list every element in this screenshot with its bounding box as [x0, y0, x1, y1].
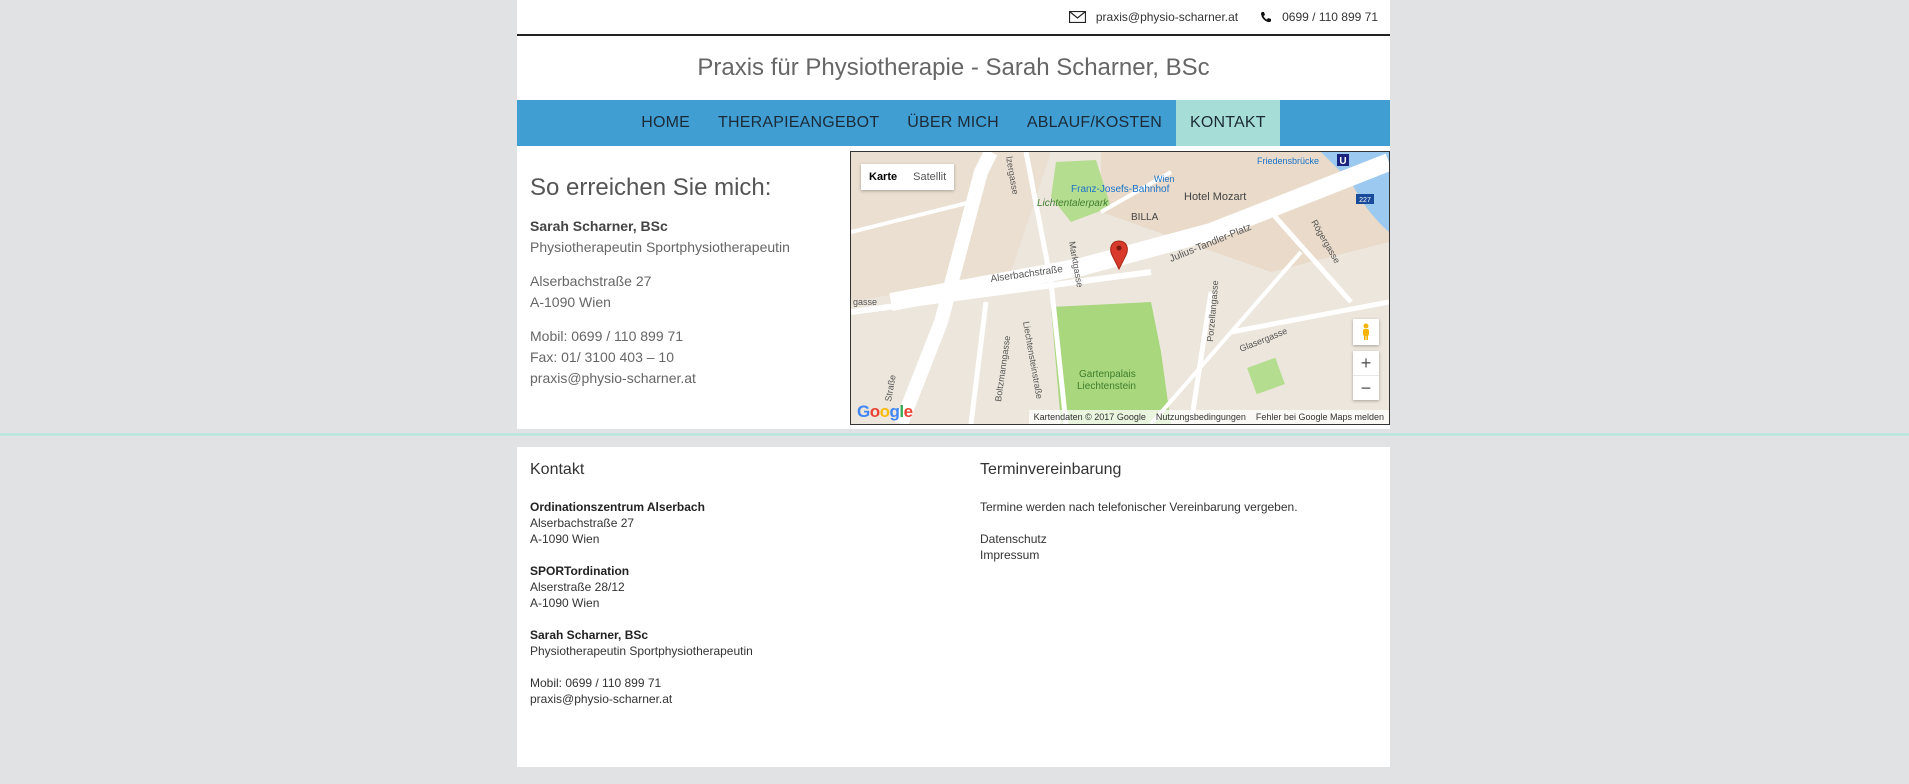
topbar-email-text[interactable]: praxis@physio-scharner.at [1096, 10, 1238, 24]
topbar-phone-text[interactable]: 0699 / 110 899 71 [1282, 10, 1378, 24]
reach-mobile: Mobil: 0699 / 110 899 71 [530, 328, 684, 344]
google-logo[interactable]: Google [857, 402, 913, 422]
site-header: Praxis für Physiotherapie - Sarah Scharn… [517, 36, 1390, 100]
map-canvas[interactable]: Alserbachstraße Julius-Tandler-Platz Lic… [851, 152, 1389, 424]
footer-email[interactable]: praxis@physio-scharner.at [530, 692, 672, 706]
reach-address: Alserbachstraße 27 A-1090 Wien [530, 271, 850, 313]
map-label-hotel-mozart: Hotel Mozart [1184, 191, 1246, 203]
footer-kontakt: Kontakt Ordinationszentrum Alserbach Als… [530, 461, 753, 723]
google-map[interactable]: Alserbachstraße Julius-Tandler-Platz Lic… [850, 151, 1390, 425]
footer-person-role: Physiotherapeutin Sportphysiotherapeutin [530, 644, 753, 658]
footer-contact: Mobil: 0699 / 110 899 71 praxis@physio-s… [530, 675, 753, 707]
map-label-wien: Wien [1154, 174, 1175, 184]
pegman-icon [1363, 323, 1369, 340]
nav-item-ueber-mich[interactable]: ÜBER MICH [893, 100, 1013, 146]
footer-impressum-link[interactable]: Impressum [980, 548, 1039, 562]
map-attribution: Kartendaten © 2017 Google [1033, 412, 1146, 422]
map-label-gasse: gasse [853, 297, 877, 307]
topbar-email[interactable]: praxis@physio-scharner.at [1068, 10, 1238, 24]
nav-item-home[interactable]: HOME [627, 100, 704, 146]
topbar-phone[interactable]: 0699 / 110 899 71 [1260, 10, 1378, 24]
map-label-friedensbruecke: Friedensbrücke [1257, 156, 1319, 166]
site-title[interactable]: Praxis für Physiotherapie - Sarah Scharn… [697, 54, 1209, 82]
nav-item-ablauf-kosten[interactable]: ABLAUF/KOSTEN [1013, 100, 1176, 146]
footer-org2: SPORTordination Alserstraße 28/12 A-1090… [530, 563, 753, 611]
reach-street: Alserbachstraße 27 [530, 273, 652, 289]
nav-item-therapieangebot[interactable]: THERAPIEANGEBOT [704, 100, 893, 146]
footer-org2-city: A-1090 Wien [530, 596, 600, 610]
footer-termin-text: Termine werden nach telefonischer Verein… [980, 500, 1298, 514]
reach-role: Physiotherapeutin Sportphysiotherapeutin [530, 239, 790, 255]
zoom-in-button[interactable]: + [1353, 351, 1379, 375]
reach-email[interactable]: praxis@physio-scharner.at [530, 370, 696, 386]
map-attribution-bar: Kartendaten © 2017 Google Nutzungsbeding… [1028, 410, 1389, 424]
footer-person-name: Sarah Scharner, BSc [530, 628, 649, 642]
footer-org1-street: Alserbachstraße 27 [530, 516, 635, 530]
footer-termin-heading: Terminvereinbarung [980, 461, 1122, 478]
phone-icon [1261, 12, 1272, 23]
footer-datenschutz-link[interactable]: Datenschutz [980, 532, 1047, 546]
map-type-satellit[interactable]: Satellit [905, 164, 954, 190]
route-badge-label: 227 [1359, 197, 1371, 204]
footer-org1: Ordinationszentrum Alserbach Alserbachst… [530, 499, 753, 547]
footer-org2-name: SPORTordination [530, 564, 630, 578]
footer-org1-city: A-1090 Wien [530, 532, 600, 546]
map-label-billa: BILLA [1131, 212, 1159, 223]
footer-org2-street: Alserstraße 28/12 [530, 580, 625, 594]
main-nav: HOME THERAPIEANGEBOT ÜBER MICH ABLAUF/KO… [517, 100, 1390, 146]
map-label-franz-josefs-bahnhof: Franz-Josefs-Bahnhof [1071, 184, 1170, 195]
zoom-controls: + − [1353, 351, 1379, 400]
subway-icon-label: U [1339, 156, 1346, 167]
map-report-link[interactable]: Fehler bei Google Maps melden [1256, 412, 1384, 422]
top-contact-bar: praxis@physio-scharner.at 0699 / 110 899… [517, 0, 1390, 36]
footer-legal-links: Datenschutz Impressum [980, 531, 1298, 563]
footer-org1-name: Ordinationszentrum Alserbach [530, 500, 705, 514]
nav-item-kontakt[interactable]: KONTAKT [1175, 100, 1280, 146]
footer-kontakt-heading: Kontakt [530, 461, 585, 478]
reach-contact: Mobil: 0699 / 110 899 71 Fax: 01/ 3100 4… [530, 326, 850, 389]
footer-termin: Terminvereinbarung Termine werden nach t… [980, 461, 1298, 579]
reach-info: So erreichen Sie mich: Sarah Scharner, B… [530, 174, 850, 402]
contact-section: So erreichen Sie mich: Sarah Scharner, B… [517, 146, 1390, 429]
map-type-toggle: Karte Satellit [861, 164, 955, 190]
map-type-karte[interactable]: Karte [861, 164, 905, 190]
map-terms-link[interactable]: Nutzungsbedingungen [1156, 412, 1246, 422]
pegman-control[interactable] [1353, 319, 1379, 345]
reach-fax: Fax: 01/ 3100 403 – 10 [530, 349, 674, 365]
reach-heading: So erreichen Sie mich: [530, 174, 772, 201]
footer-person: Sarah Scharner, BSc Physiotherapeutin Sp… [530, 627, 753, 659]
footer-mobile: Mobil: 0699 / 110 899 71 [530, 676, 662, 690]
reach-person: Sarah Scharner, BSc Physiotherapeutin Sp… [530, 216, 850, 258]
section-divider [0, 433, 1909, 436]
map-label-lichtentalerpark: Lichtentalerpark [1037, 198, 1109, 209]
zoom-out-button[interactable]: − [1353, 375, 1379, 400]
envelope-icon [1068, 11, 1086, 23]
map-label-liechtenstein: Liechtenstein [1077, 381, 1136, 392]
map-label-gartenpalais: Gartenpalais [1079, 369, 1136, 380]
reach-city: A-1090 Wien [530, 294, 611, 310]
reach-name: Sarah Scharner, BSc [530, 218, 668, 234]
page-container: praxis@physio-scharner.at 0699 / 110 899… [517, 0, 1390, 429]
site-footer: Kontakt Ordinationszentrum Alserbach Als… [517, 447, 1390, 767]
